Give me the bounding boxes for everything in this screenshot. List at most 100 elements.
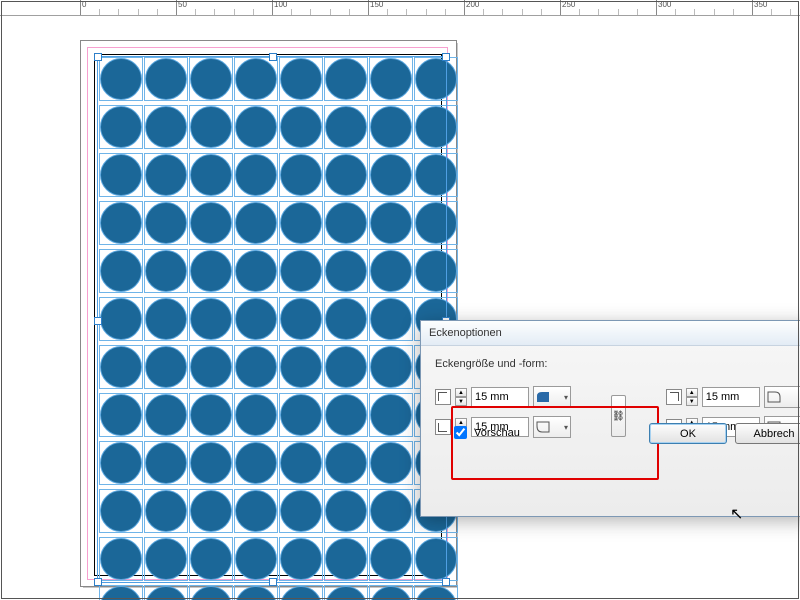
rounded-shape[interactable]: [235, 346, 277, 388]
rounded-shape[interactable]: [190, 154, 232, 196]
spin-down-icon[interactable]: ▼: [686, 397, 698, 406]
rounded-shape[interactable]: [100, 586, 142, 600]
rounded-shape[interactable]: [235, 394, 277, 436]
rounded-shape[interactable]: [370, 394, 412, 436]
preview-checkbox-input[interactable]: [454, 426, 467, 439]
rounded-shape[interactable]: [325, 346, 367, 388]
rounded-shape[interactable]: [145, 394, 187, 436]
rounded-shape[interactable]: [370, 586, 412, 600]
rounded-shape[interactable]: [100, 106, 142, 148]
spin-down-icon[interactable]: ▼: [455, 397, 467, 406]
rounded-shape[interactable]: [370, 106, 412, 148]
rounded-shape[interactable]: [190, 442, 232, 484]
rounded-shape[interactable]: [190, 538, 232, 580]
corner-tl-spinner[interactable]: ▲ ▼: [455, 388, 467, 406]
rounded-shape[interactable]: [190, 250, 232, 292]
rounded-shape[interactable]: [415, 106, 457, 148]
rounded-shape[interactable]: [145, 298, 187, 340]
rounded-shape[interactable]: [145, 154, 187, 196]
corner-tr-value[interactable]: [702, 387, 760, 407]
rounded-shape[interactable]: [325, 538, 367, 580]
rounded-shape[interactable]: [370, 58, 412, 100]
rounded-shape[interactable]: [370, 346, 412, 388]
rounded-shape[interactable]: [145, 442, 187, 484]
rounded-shape[interactable]: [190, 394, 232, 436]
rounded-shape[interactable]: [100, 394, 142, 436]
rounded-shape[interactable]: [235, 250, 277, 292]
corner-bl-shape-dropdown[interactable]: ▾: [533, 416, 571, 438]
rounded-shape[interactable]: [325, 490, 367, 532]
rounded-shape[interactable]: [370, 442, 412, 484]
rounded-shape[interactable]: [325, 250, 367, 292]
rounded-shape[interactable]: [325, 58, 367, 100]
rounded-shape[interactable]: [145, 538, 187, 580]
rounded-shape[interactable]: [370, 202, 412, 244]
rounded-shape[interactable]: [280, 346, 322, 388]
corner-tr-spinner[interactable]: ▲ ▼: [686, 388, 698, 406]
rounded-shape[interactable]: [325, 394, 367, 436]
rounded-shape[interactable]: [325, 106, 367, 148]
rounded-shape[interactable]: [190, 298, 232, 340]
rounded-shape[interactable]: [100, 490, 142, 532]
rounded-shape[interactable]: [325, 202, 367, 244]
rounded-shape[interactable]: [145, 346, 187, 388]
rounded-shape[interactable]: [100, 346, 142, 388]
rounded-shape[interactable]: [235, 106, 277, 148]
rounded-shape[interactable]: [145, 106, 187, 148]
rounded-shape[interactable]: [100, 298, 142, 340]
rounded-shape[interactable]: [190, 346, 232, 388]
rounded-shape[interactable]: [325, 298, 367, 340]
rounded-shape[interactable]: [370, 490, 412, 532]
rounded-shape[interactable]: [280, 154, 322, 196]
rounded-shape[interactable]: [235, 538, 277, 580]
rounded-shape[interactable]: [145, 58, 187, 100]
rounded-shape[interactable]: [415, 586, 457, 600]
rounded-shape[interactable]: [235, 586, 277, 600]
rounded-shape[interactable]: [190, 58, 232, 100]
rounded-shape[interactable]: [325, 442, 367, 484]
spin-up-icon[interactable]: ▲: [455, 388, 467, 397]
rounded-shape[interactable]: [280, 106, 322, 148]
rounded-shape[interactable]: [190, 586, 232, 600]
rounded-shape[interactable]: [370, 250, 412, 292]
rounded-shape[interactable]: [235, 202, 277, 244]
rounded-shape[interactable]: [145, 250, 187, 292]
rounded-shape[interactable]: [235, 490, 277, 532]
rounded-shape[interactable]: [280, 442, 322, 484]
rounded-shape[interactable]: [100, 250, 142, 292]
rounded-shape[interactable]: [190, 490, 232, 532]
rounded-shape[interactable]: [280, 586, 322, 600]
rounded-shape[interactable]: [415, 202, 457, 244]
rounded-shape[interactable]: [370, 298, 412, 340]
shape-grid[interactable]: [100, 58, 441, 600]
rounded-shape[interactable]: [190, 106, 232, 148]
corner-tl-value[interactable]: [471, 387, 529, 407]
rounded-shape[interactable]: [100, 202, 142, 244]
rounded-shape[interactable]: [100, 538, 142, 580]
rounded-shape[interactable]: [415, 538, 457, 580]
rounded-shape[interactable]: [325, 154, 367, 196]
rounded-shape[interactable]: [280, 250, 322, 292]
preview-checkbox[interactable]: Vorschau: [450, 423, 520, 442]
corner-tr-shape-dropdown[interactable]: [764, 386, 800, 408]
rounded-shape[interactable]: [280, 202, 322, 244]
spin-up-icon[interactable]: ▲: [686, 388, 698, 397]
rounded-shape[interactable]: [415, 58, 457, 100]
rounded-shape[interactable]: [100, 442, 142, 484]
rounded-shape[interactable]: [370, 154, 412, 196]
cancel-button[interactable]: Abbrech: [735, 423, 800, 444]
rounded-shape[interactable]: [235, 442, 277, 484]
dialog-title[interactable]: Eckenoptionen: [421, 321, 800, 346]
rounded-shape[interactable]: [370, 538, 412, 580]
rounded-shape[interactable]: [280, 490, 322, 532]
corner-tl-shape-dropdown[interactable]: ▾: [533, 386, 571, 408]
rounded-shape[interactable]: [415, 154, 457, 196]
rounded-shape[interactable]: [145, 586, 187, 600]
rounded-shape[interactable]: [145, 202, 187, 244]
rounded-shape[interactable]: [235, 58, 277, 100]
rounded-shape[interactable]: [325, 586, 367, 600]
link-corners-toggle[interactable]: ⛓: [611, 395, 626, 437]
rounded-shape[interactable]: [235, 298, 277, 340]
ok-button[interactable]: OK: [649, 423, 727, 444]
rounded-shape[interactable]: [280, 58, 322, 100]
